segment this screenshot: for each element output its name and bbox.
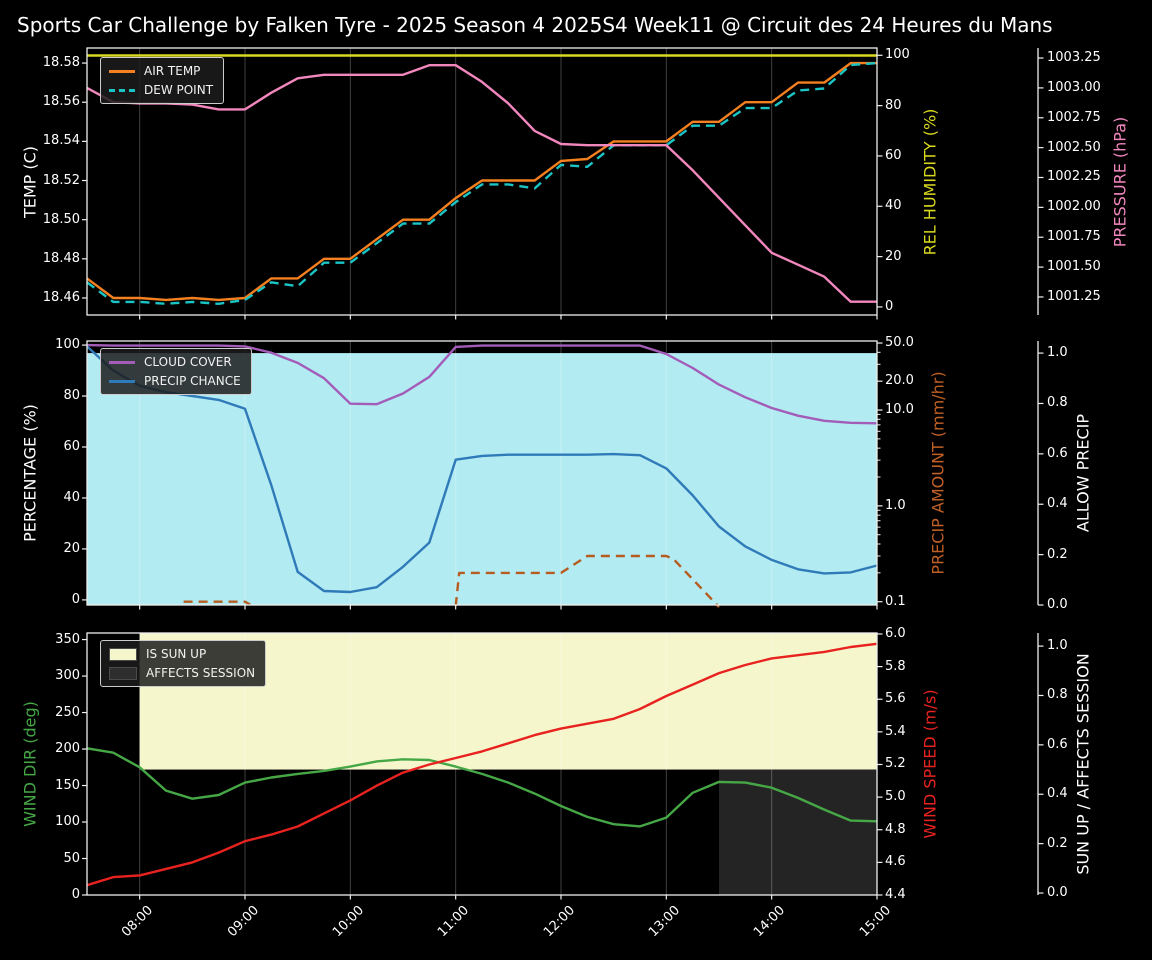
tick-label: 1.0 [885,497,906,513]
tick-label: 18.56 [42,94,80,110]
tick-label: 6.0 [885,625,906,641]
tick-label: 5.4 [885,723,906,739]
tick-label: 1001.25 [1047,288,1101,304]
tick-label: 60 [885,147,902,163]
tick-label: 18.48 [42,250,80,266]
tick-label: 20 [63,540,80,556]
tick-label: 10.0 [885,402,914,418]
tick-label: 1001.50 [1047,259,1101,275]
tick-label: 0 [71,887,80,902]
legend-label: DEW POINT [144,83,214,97]
legend-entry-is-sun-up: IS SUN UP [109,647,255,661]
legend-entry-precip-chance: PRECIP CHANCE [109,374,241,388]
pressure-hpa-axis-title: PRESSURE (hPa) [1110,116,1130,247]
tick-label: 150 [55,777,80,793]
tick-label: 1002.50 [1047,139,1101,155]
tick-label: 1003.00 [1047,79,1101,95]
tick-label: 0.0 [1047,885,1068,901]
temp-c-axis-title: TEMP (C) [20,145,40,218]
tick-label: 0 [71,591,80,607]
tick-label: 0.6 [1047,736,1068,752]
tick-label: 0 [885,298,894,314]
tick-label: 40 [63,489,80,505]
legend-label: AFFECTS SESSION [146,666,256,680]
legend-label: IS SUN UP [146,647,207,661]
tick-label: 5.6 [885,691,906,707]
tick-label: 300 [55,668,80,684]
legend-entry-affects-session: AFFECTS SESSION [109,666,255,680]
air-temp-swatch [109,69,135,73]
tick-label: 100 [55,814,80,830]
sun-up-affects-session-axis-title: SUN UP / AFFECTS SESSION [1073,653,1093,875]
dew-point-swatch [109,88,135,92]
tick-label: 0.2 [1047,835,1068,851]
tick-label: 250 [55,704,80,720]
plots-canvas [82,47,1044,900]
tick-label: 200 [55,741,80,757]
legend-entry-cloud-cover: CLOUD COVER [109,355,241,369]
legend-label: PRECIP CHANCE [144,374,241,388]
tick-label: 1.0 [1047,345,1068,361]
legend-chart-3: IS SUN UP AFFECTS SESSION [100,640,267,687]
cloud-cover-swatch [109,360,135,364]
wind-speed-m-s-axis-title: WIND SPEED (m/s) [920,689,940,839]
precip-chance-swatch [109,379,135,383]
tick-label: 0.4 [1047,496,1068,512]
tick-label: 1003.25 [1047,50,1101,66]
tick-label: 18.46 [42,289,80,305]
tick-label: 0.8 [1047,687,1068,703]
tick-label: 60 [63,439,80,454]
tick-label: 18.58 [42,55,80,71]
tick-label: 50 [63,850,80,866]
tick-label: 5.8 [885,658,906,674]
precip-amount-mm-hr-axis-title: PRECIP AMOUNT (mm/hr) [928,371,948,575]
allow-precip-axis-title: ALLOW PRECIP [1073,413,1093,533]
tick-label: 1002.00 [1047,199,1101,215]
tick-label: 5.0 [885,789,906,805]
legend-chart-2: CLOUD COVER PRECIP CHANCE [100,348,252,395]
tick-label: 0.1 [885,593,906,609]
wind-dir-deg-axis-title: WIND DIR (deg) [20,701,40,827]
tick-label: 18.50 [42,211,80,227]
legend-chart-1: AIR TEMP DEW POINT [100,57,225,104]
legend-entry-dew-point: DEW POINT [109,83,213,97]
tick-label: 80 [63,388,80,404]
tick-label: 20.0 [885,373,914,389]
tick-label: 1.0 [1047,638,1068,654]
legend-label: AIR TEMP [144,64,201,78]
tick-label: 1002.75 [1047,109,1101,125]
tick-label: 4.8 [885,821,906,837]
tick-label: 100 [55,337,80,353]
tick-label: 50.0 [885,335,914,351]
tick-label: 0.6 [1047,445,1068,461]
tick-label: 80 [885,97,902,113]
percentage-axis-title: PERCENTAGE (%) [20,404,40,542]
tick-label: 4.6 [885,854,906,870]
affects-session-swatch [109,666,137,680]
legend-label: CLOUD COVER [144,355,232,369]
affects-session-fill [719,769,877,895]
tick-label: 18.54 [42,133,80,149]
tick-label: 4.4 [885,887,906,902]
tick-label: 0.0 [1047,597,1068,612]
tick-label: 0.8 [1047,395,1068,411]
tick-label: 0.2 [1047,546,1068,562]
tick-label: 40 [885,198,902,214]
tick-label: 1001.75 [1047,229,1101,245]
tick-label: 1002.25 [1047,169,1101,185]
tick-label: 100 [885,47,910,63]
legend-entry-air-temp: AIR TEMP [109,64,213,78]
tick-label: 5.2 [885,756,906,772]
tick-label: 350 [55,631,80,647]
tick-label: 0.4 [1047,786,1068,802]
is-sun-up-swatch [109,647,137,661]
tick-label: 18.52 [42,172,80,188]
rel-humidity-axis-title: REL HUMIDITY (%) [920,108,940,255]
tick-label: 20 [885,248,902,264]
weather-forecast-figure: Sports Car Challenge by Falken Tyre - 20… [0,0,1152,960]
